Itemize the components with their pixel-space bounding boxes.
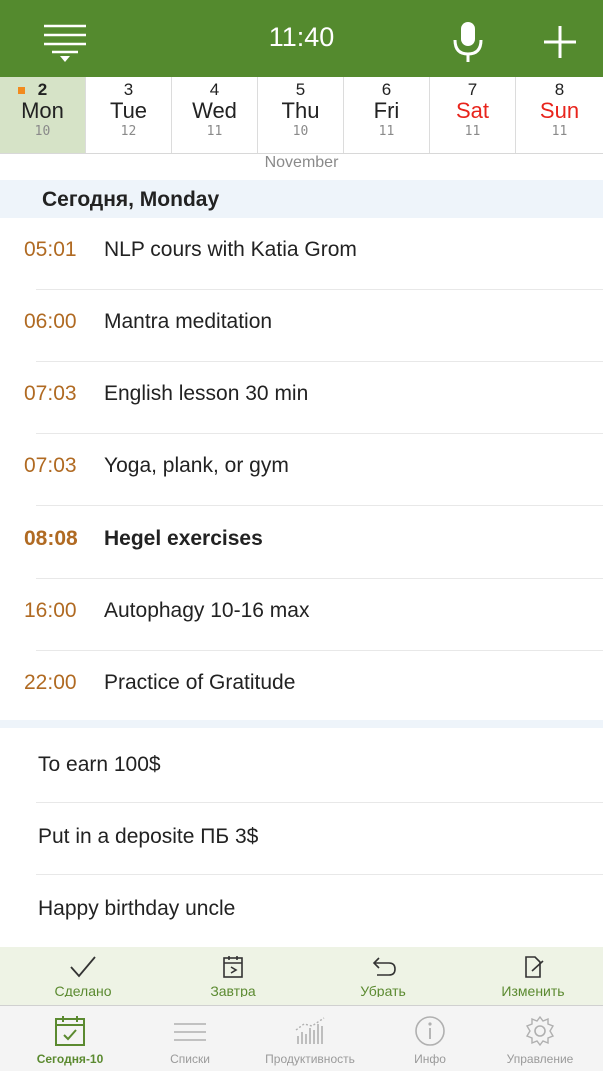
event-row[interactable]: 16:00 Autophagy 10-16 max bbox=[0, 579, 603, 651]
tomorrow-button[interactable]: Завтра bbox=[158, 947, 308, 1005]
task-title: Put in a deposite ПБ 3$ bbox=[38, 825, 259, 848]
day-task-count: 12 bbox=[120, 124, 137, 139]
today-marker bbox=[18, 87, 25, 94]
day-tue[interactable]: 3 Tue 12 bbox=[86, 77, 172, 153]
event-time: 07:03 bbox=[24, 454, 77, 477]
current-time: 11:40 bbox=[268, 22, 335, 52]
day-number: 8 bbox=[554, 80, 565, 99]
section-title: Сегодня, Monday bbox=[42, 188, 220, 211]
microphone-icon bbox=[453, 22, 483, 62]
day-task-count: 11 bbox=[464, 124, 481, 139]
event-row[interactable]: 07:03 Yoga, plank, or gym bbox=[0, 434, 603, 506]
bar-chart-icon bbox=[295, 1017, 325, 1044]
action-bar: Сделано Завтра Убрать Изменить bbox=[0, 947, 603, 1005]
calendar-arrow-icon bbox=[223, 956, 243, 978]
day-number: 3 bbox=[123, 80, 134, 99]
event-title: Yoga, plank, or gym bbox=[104, 454, 289, 477]
edit-button[interactable]: Изменить bbox=[458, 947, 603, 1005]
checkmark-icon bbox=[70, 956, 96, 978]
event-title: Hegel exercises bbox=[104, 527, 263, 550]
event-time: 08:08 bbox=[24, 527, 78, 550]
top-bar: 11:40 bbox=[0, 0, 603, 77]
remove-button[interactable]: Убрать bbox=[308, 947, 458, 1005]
tab-productivity-label: Продуктивность bbox=[265, 1052, 355, 1066]
month-label: November bbox=[264, 154, 339, 171]
tab-info-label: Инфо bbox=[414, 1052, 446, 1066]
tab-lists-label: Списки bbox=[170, 1052, 210, 1066]
tab-info[interactable]: Инфо bbox=[370, 1006, 490, 1071]
row-divider bbox=[36, 505, 603, 506]
section-header: Сегодня, Monday bbox=[0, 180, 603, 218]
day-name: Sun bbox=[539, 98, 580, 123]
event-row[interactable]: 08:08 Hegel exercises bbox=[0, 507, 603, 579]
tab-productivity[interactable]: Продуктивность bbox=[250, 1006, 370, 1071]
event-time: 22:00 bbox=[24, 671, 77, 694]
day-name: Tue bbox=[109, 98, 148, 123]
event-row[interactable]: 07:03 English lesson 30 min bbox=[0, 362, 603, 434]
day-fri[interactable]: 6 Fri 11 bbox=[344, 77, 430, 153]
info-icon bbox=[415, 1016, 445, 1046]
day-sun[interactable]: 8 Sun 11 bbox=[516, 77, 603, 153]
event-row[interactable]: 06:00 Mantra meditation bbox=[0, 290, 603, 362]
remove-label: Убрать bbox=[360, 983, 406, 997]
task-title: Happy birthday uncle bbox=[38, 897, 236, 920]
day-task-count: 11 bbox=[206, 124, 223, 139]
tab-today-label: Сегодня-10 bbox=[36, 1052, 104, 1066]
day-thu[interactable]: 5 Thu 10 bbox=[258, 77, 344, 153]
list-lines-icon bbox=[174, 1023, 206, 1041]
task-title: To earn 100$ bbox=[38, 753, 161, 776]
gear-icon bbox=[525, 1015, 555, 1047]
event-title: Autophagy 10-16 max bbox=[104, 599, 310, 622]
day-mon[interactable]: 2 Mon 10 bbox=[0, 77, 86, 153]
tab-today[interactable]: Сегодня-10 bbox=[10, 1006, 130, 1071]
day-task-count: 10 bbox=[34, 124, 51, 139]
day-number: 6 bbox=[381, 80, 392, 99]
day-number: 5 bbox=[295, 80, 306, 99]
event-title: NLP cours with Katia Grom bbox=[104, 238, 357, 261]
event-row[interactable]: 22:00 Practice of Gratitude bbox=[0, 651, 603, 723]
week-strip: 2 Mon 10 3 Tue 12 4 Wed 11 5 Thu 10 6 Fr… bbox=[0, 77, 603, 154]
task-row[interactable]: To earn 100$ bbox=[0, 731, 603, 803]
day-name: Fri bbox=[373, 98, 400, 123]
event-title: Practice of Gratitude bbox=[104, 671, 296, 694]
day-wed[interactable]: 4 Wed 11 bbox=[172, 77, 258, 153]
calendar-check-icon bbox=[55, 1016, 85, 1046]
done-label: Сделано bbox=[54, 983, 112, 997]
task-row[interactable]: Put in a deposite ПБ 3$ bbox=[0, 803, 603, 875]
day-task-count: 11 bbox=[551, 124, 568, 139]
event-title: Mantra meditation bbox=[104, 310, 273, 333]
event-time: 05:01 bbox=[24, 238, 77, 261]
day-name: Wed bbox=[192, 98, 237, 123]
plus-icon bbox=[544, 26, 576, 58]
event-time: 16:00 bbox=[24, 599, 77, 622]
voice-input-button[interactable] bbox=[448, 20, 488, 64]
day-task-count: 11 bbox=[378, 124, 395, 139]
tab-lists[interactable]: Списки bbox=[130, 1006, 250, 1071]
day-number: 7 bbox=[467, 80, 478, 99]
tab-settings[interactable]: Управление bbox=[480, 1006, 600, 1071]
day-number: 4 bbox=[209, 80, 220, 99]
event-time: 06:00 bbox=[24, 310, 77, 333]
day-task-count: 10 bbox=[292, 124, 309, 139]
day-number: 2 bbox=[37, 80, 48, 99]
tab-bar: Сегодня-10 Списки Продуктивность Инфо Уп… bbox=[0, 1005, 603, 1071]
task-row[interactable]: Happy birthday uncle bbox=[0, 875, 603, 947]
event-row[interactable]: 05:01 NLP cours with Katia Grom bbox=[0, 218, 603, 290]
edit-label: Изменить bbox=[501, 983, 565, 997]
add-button[interactable] bbox=[540, 22, 580, 62]
day-name: Sat bbox=[455, 98, 490, 123]
undo-arrow-icon bbox=[372, 957, 396, 976]
event-title: English lesson 30 min bbox=[104, 382, 309, 405]
tab-settings-label: Управление bbox=[506, 1052, 574, 1066]
day-sat[interactable]: 7 Sat 11 bbox=[430, 77, 516, 153]
edit-document-icon bbox=[525, 956, 544, 978]
tomorrow-label: Завтра bbox=[210, 983, 256, 997]
day-name: Mon bbox=[21, 98, 64, 123]
section-divider bbox=[0, 720, 603, 728]
done-button[interactable]: Сделано bbox=[8, 947, 158, 1005]
event-time: 07:03 bbox=[24, 382, 77, 405]
day-name: Thu bbox=[281, 98, 320, 123]
